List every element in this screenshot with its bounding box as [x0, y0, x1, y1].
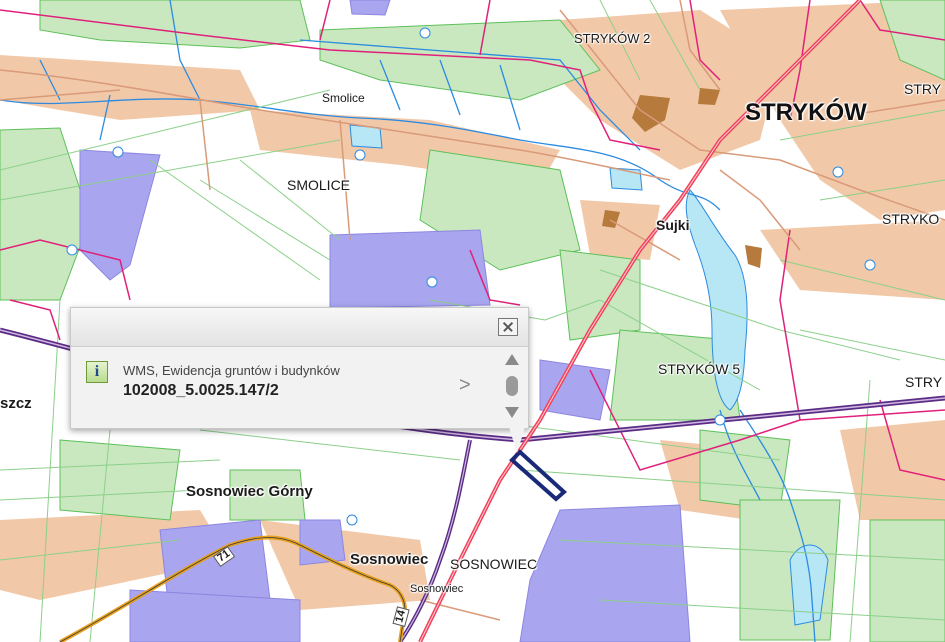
chevron-right-icon[interactable]: > [459, 374, 471, 397]
feature-info-popup: i WMS, Ewidencja gruntów i budynków 1020… [70, 307, 529, 453]
label-smolice-village: Smolice [322, 91, 365, 105]
close-icon[interactable] [498, 318, 518, 336]
popup-header [71, 308, 528, 347]
label-stryko-right: STRYKO [882, 211, 940, 227]
label-stryków: STRYKÓW [745, 99, 867, 126]
label-sosnowiec-caps: SOSNOWIEC [450, 556, 538, 572]
label-stry-right-top: STRY [904, 81, 942, 97]
label-smolice: SMOLICE [287, 177, 351, 193]
popup-pointer [509, 427, 525, 453]
label-sosnowiec-górny: Sosnowiec Górny [186, 483, 313, 500]
highlighted-parcel[interactable] [509, 449, 568, 502]
info-icon: i [86, 361, 108, 383]
popup-scrollbar[interactable] [502, 352, 522, 422]
scroll-thumb[interactable] [506, 376, 518, 396]
label-stryków-5: STRYKÓW 5 [658, 361, 741, 377]
label-sujki: Sujki [656, 217, 690, 233]
map-view[interactable]: STRYKÓW 2 Smolice SMOLICE STRYKÓW STRY S… [0, 0, 945, 642]
label-sosnowiec-bold: Sosnowiec [350, 551, 429, 568]
label-stry-right-mid: STRY [905, 374, 943, 390]
label-sosnowiec-small: Sosnowiec [410, 583, 464, 595]
popup-parcel-id[interactable]: 102008_5.0025.147/2 [123, 382, 279, 400]
label-szcz: szcz [0, 395, 32, 412]
scroll-up-icon[interactable] [505, 354, 519, 365]
popup-layer-name: WMS, Ewidencja gruntów i budynków [123, 363, 340, 378]
scroll-down-icon[interactable] [505, 407, 519, 418]
label-stryków-2: STRYKÓW 2 [574, 31, 651, 46]
